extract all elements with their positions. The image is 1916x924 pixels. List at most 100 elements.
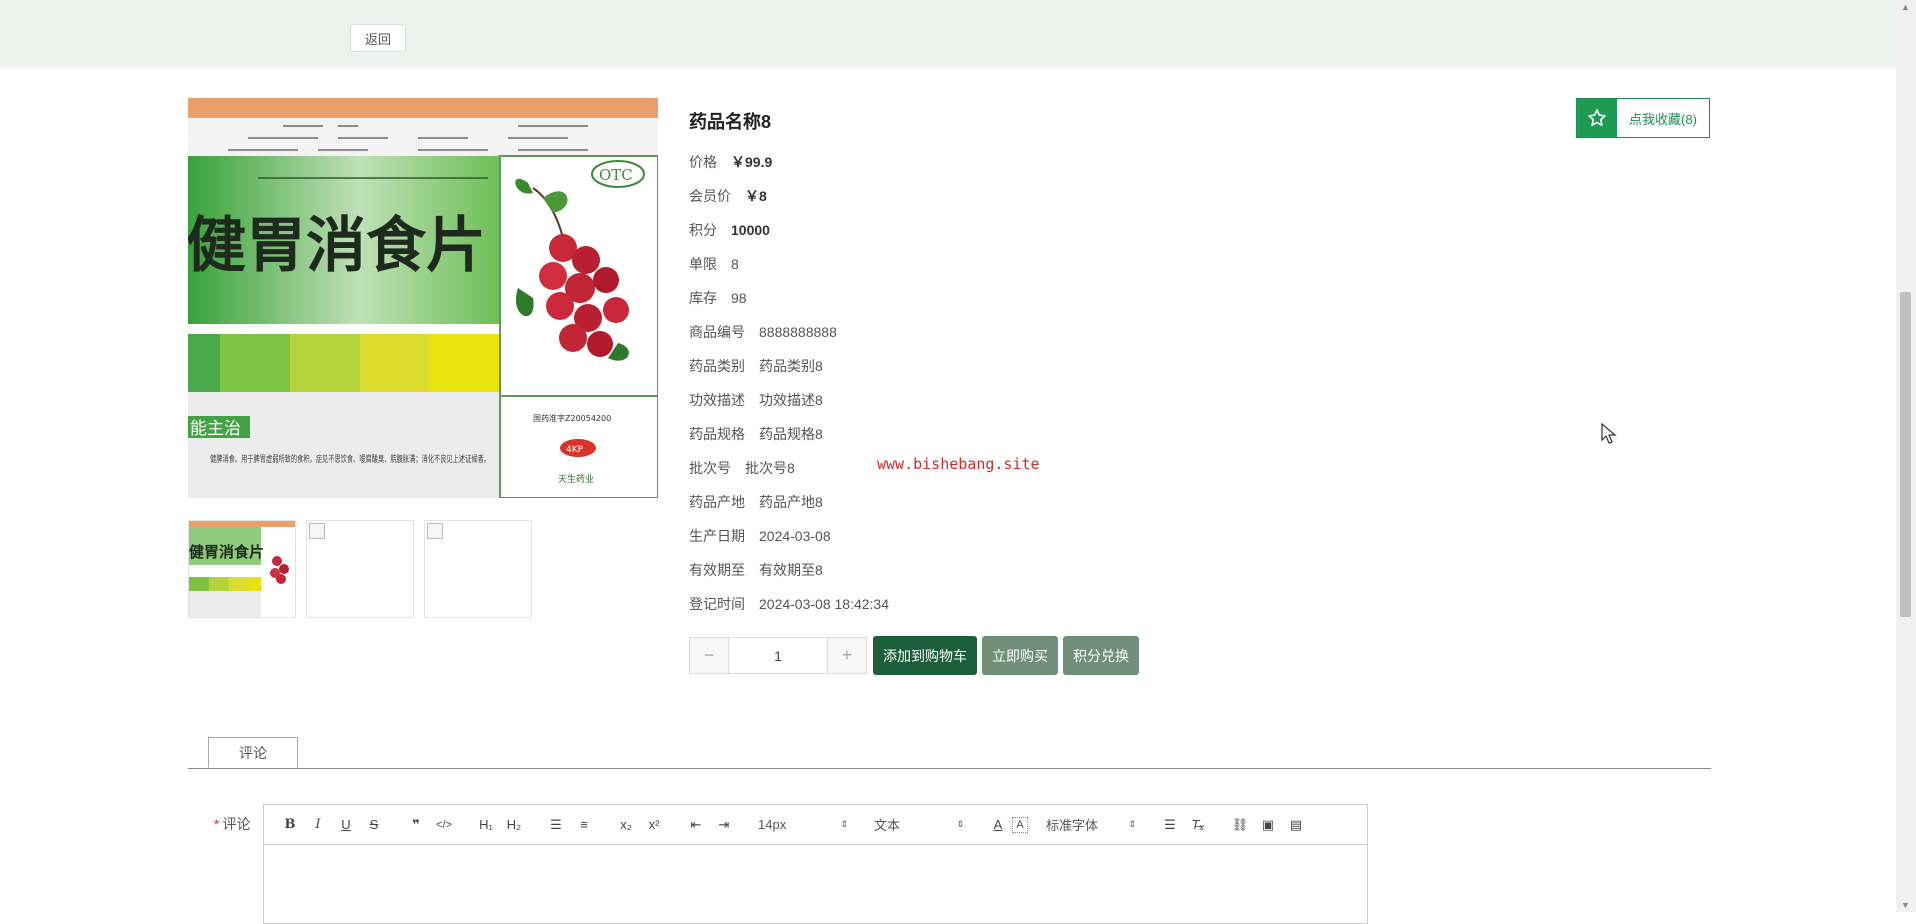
field-value: 10000 [731,222,770,238]
image-icon[interactable]: ▣ [1254,813,1282,837]
field-category: 药品类别 药品类别8 [689,356,823,376]
package-description: 健脾消食。用于脾胃虚弱所致的食积，症见不思饮食、嗳腐酸臭、脘腹胀满；消化不良见上… [210,453,490,465]
underline-icon[interactable]: U [332,813,360,837]
field-registered-time: 登记时间 2024-03-08 18:42:34 [689,594,889,614]
otc-badge: OTC [599,166,633,184]
background-color-icon[interactable]: A [1012,816,1028,833]
tab-comments[interactable]: 评论 [208,737,298,768]
field-value: 药品规格8 [759,426,823,442]
heading-1-icon[interactable]: H₁ [472,813,500,837]
field-value: ￥8 [745,188,767,204]
favorite-button[interactable]: 点我收藏(8) [1576,98,1710,138]
tab-divider [188,767,1711,769]
field-value: 2024-03-08 18:42:34 [759,596,889,612]
buy-now-button[interactable]: 立即购买 [982,636,1058,675]
field-value: 药品产地8 [759,494,823,510]
broken-image-icon [427,523,443,539]
scroll-thumb[interactable] [1900,292,1911,617]
field-value: 药品类别8 [759,358,823,374]
field-value: 批次号8 [745,460,795,476]
page-scrollbar[interactable]: ▲ ▼ [1896,0,1916,912]
link-icon[interactable]: ⛓ [1226,813,1254,837]
code-block-icon[interactable]: </> [430,813,458,837]
field-limit: 单限 8 [689,254,739,274]
font-family-value: 标准字体 [1046,818,1099,833]
comment-field-label: * 评论 [214,814,250,834]
package-company: 天生药业 [558,473,594,485]
header-select[interactable]: 文本 ⇕ [874,815,964,834]
points-exchange-button[interactable]: 积分兑换 [1063,636,1139,675]
scroll-down-arrow-icon[interactable]: ▼ [1901,900,1910,910]
product-title: 药品名称8 [689,112,772,132]
star-icon [1577,99,1617,137]
field-stock: 库存 98 [689,288,747,308]
field-member-price: 会员价 ￥8 [689,186,767,206]
rich-text-editor: B I U S ❞ </> H₁ H₂ ☰ ≡ x₂ x² ⇤ ⇥ 14px ⇕ … [263,804,1368,924]
field-label: 商品编号 [689,324,745,340]
thumbnail-3[interactable] [424,520,532,618]
bold-icon[interactable]: B [276,813,304,837]
field-label: 价格 [689,154,717,170]
font-size-select[interactable]: 14px ⇕ [758,817,848,832]
clear-format-icon[interactable]: T̶ₓ [1184,813,1212,837]
field-origin: 药品产地 药品产地8 [689,492,823,512]
editor-toolbar: B I U S ❞ </> H₁ H₂ ☰ ≡ x₂ x² ⇤ ⇥ 14px ⇕ … [264,805,1367,845]
quantity-plus-button[interactable]: + [828,638,866,673]
bullet-list-icon[interactable]: ≡ [570,813,598,837]
field-product-code: 商品编号 8888888888 [689,322,837,342]
thumbnail-strip: 健胃消食片 [188,520,532,618]
italic-icon[interactable]: I [304,813,332,837]
field-label: 药品产地 [689,494,745,510]
subscript-icon[interactable]: x₂ [612,813,640,837]
approval-number: 国药准字Z20054200 [533,413,611,423]
field-value: 功效描述8 [759,392,823,408]
scroll-up-arrow-icon[interactable]: ▲ [1901,2,1910,12]
quantity-input[interactable]: 1 [728,638,828,673]
heading-2-icon[interactable]: H₂ [500,813,528,837]
field-price: 价格 ￥99.9 [689,152,772,172]
field-value: 2024-03-08 [759,528,831,544]
outdent-icon[interactable]: ⇤ [682,813,710,837]
field-label: 会员价 [689,188,731,204]
field-label: 积分 [689,222,717,238]
font-color-icon[interactable]: A [984,813,1012,837]
top-bar: 返回 [0,0,1896,66]
strikethrough-icon[interactable]: S [360,813,388,837]
product-main-image: 健胃消食片 能主治 健脾消食。用于脾胃虚弱所致的食积，症见不思饮食、嗳腐酸臭、脘… [188,98,658,498]
indent-icon[interactable]: ⇥ [710,813,738,837]
font-size-value: 14px [758,817,787,832]
thumbnail-1[interactable]: 健胃消食片 [188,520,296,618]
field-points: 积分 10000 [689,220,770,240]
comment-label-text: 评论 [222,816,251,832]
field-label: 药品规格 [689,426,745,442]
align-icon[interactable]: ☰ [1156,813,1184,837]
field-label: 生产日期 [689,528,745,544]
font-family-select[interactable]: 标准字体 ⇕ [1046,815,1136,834]
field-value: ￥99.9 [731,154,773,170]
field-value: 98 [731,290,747,306]
select-arrows-icon: ⇕ [840,819,848,829]
field-value: 8888888888 [759,324,837,340]
field-label: 功效描述 [689,392,745,408]
editor-content-area[interactable] [264,845,1367,923]
field-label: 药品类别 [689,358,745,374]
package-title: 健胃消食片 [188,211,486,281]
mouse-cursor-icon [1601,423,1617,444]
field-efficacy: 功效描述 功效描述8 [689,390,823,410]
field-label: 有效期至 [689,562,745,578]
video-icon[interactable]: ▤ [1282,813,1310,837]
field-label: 批次号 [689,460,731,476]
back-button[interactable]: 返回 [350,24,406,52]
add-to-cart-button[interactable]: 添加到购物车 [873,636,977,675]
superscript-icon[interactable]: x² [640,813,668,837]
thumbnail-medicine-image: 健胃消食片 [189,521,295,617]
quantity-minus-button[interactable]: − [690,638,728,673]
field-value: 有效期至8 [759,562,823,578]
field-production-date: 生产日期 2024-03-08 [689,526,831,546]
thumbnail-2[interactable] [306,520,414,618]
field-value: 8 [731,256,739,272]
favorite-label: 点我收藏(8) [1629,111,1697,127]
blockquote-icon[interactable]: ❞ [402,813,430,837]
ordered-list-icon[interactable]: ☰ [542,813,570,837]
package-section-label: 能主治 [190,419,241,439]
